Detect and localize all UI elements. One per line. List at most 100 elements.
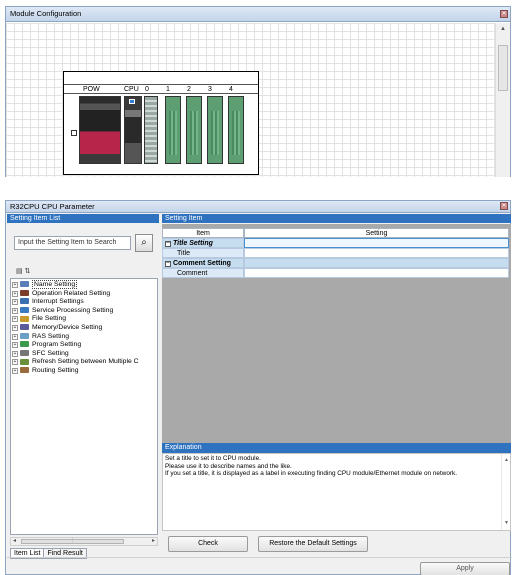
tree-item-label: SFC Setting — [32, 349, 69, 357]
expand-icon[interactable]: + — [12, 333, 18, 340]
tree-item[interactable]: + Service Processing Setting — [11, 307, 157, 316]
expand-icon[interactable]: + — [12, 307, 18, 314]
tree-item[interactable]: + Program Setting — [11, 341, 157, 350]
tree-item-label: RAS Setting — [32, 332, 70, 340]
left-pane-tabs: Item List Find Result — [10, 548, 87, 560]
explanation-line: Set a title to set it to CPU module. — [165, 455, 261, 462]
expand-icon[interactable]: + — [12, 350, 18, 357]
slot-label-2: 2 — [187, 86, 191, 93]
slot-1-empty-module[interactable] — [165, 96, 181, 164]
row-label: Title — [162, 248, 244, 258]
slot-4-empty-module[interactable] — [228, 96, 244, 164]
cpu-module[interactable] — [124, 96, 142, 164]
tree-item[interactable]: + Operation Related Setting — [11, 290, 157, 299]
apply-button[interactable]: Apply — [420, 562, 510, 575]
setting-category-icon — [20, 341, 29, 348]
setting-cell[interactable] — [244, 238, 509, 248]
close-icon[interactable]: ✕ — [500, 10, 508, 18]
comment-setting-input[interactable] — [244, 268, 509, 278]
tree-item[interactable]: + SFC Setting — [11, 350, 157, 359]
slot-2-empty-module[interactable] — [186, 96, 202, 164]
rack-connector — [71, 130, 77, 136]
slot-label-cpu: CPU — [124, 86, 139, 93]
column-header-item: Item — [162, 228, 244, 238]
explanation-header: Explanation — [162, 443, 511, 453]
tree-item-label: Service Processing Setting — [32, 306, 114, 314]
explanation-scrollbar[interactable]: ▲ ▼ — [501, 454, 510, 530]
scroll-left-icon[interactable]: ◂ — [13, 538, 16, 545]
module-configuration-title-bar: Module Configuration ✕ — [6, 7, 510, 22]
title-setting-input[interactable] — [244, 248, 509, 258]
module-configuration-title: Module Configuration — [10, 9, 82, 18]
setting-category-icon — [20, 306, 29, 313]
setting-category-icon — [20, 289, 29, 296]
tree-item[interactable]: + Memory/Device Setting — [11, 324, 157, 333]
vertical-scrollbar[interactable]: ▲ — [495, 23, 510, 177]
row-label: Comment Setting — [173, 260, 231, 267]
table-row-title[interactable]: Title — [162, 248, 509, 258]
setting-item-list-header: Setting Item List — [7, 214, 159, 223]
expand-icon[interactable]: + — [12, 359, 18, 366]
collapse-icon[interactable]: – — [165, 260, 171, 267]
tree-item[interactable]: + File Setting — [11, 315, 157, 324]
setting-cell[interactable] — [244, 258, 509, 268]
tree-item[interactable]: + Name Setting — [11, 280, 157, 290]
table-header: Item Setting — [162, 228, 509, 238]
binoculars-icon[interactable]: ⌕ — [135, 234, 153, 252]
scroll-down-icon[interactable]: ▼ — [504, 520, 509, 528]
tree-item[interactable]: + RAS Setting — [11, 333, 157, 342]
expand-icon[interactable]: + — [12, 299, 18, 306]
setting-grid: Item Setting – Title Setting Title – Comme… — [162, 224, 511, 443]
sort-icon[interactable]: ▤ ⇅ — [16, 267, 30, 275]
expand-icon[interactable]: + — [12, 342, 18, 349]
slot-3-empty-module[interactable] — [207, 96, 223, 164]
power-supply-module[interactable] — [79, 96, 121, 164]
slot-label-3: 3 — [208, 86, 212, 93]
collapse-icon[interactable]: – — [165, 240, 171, 247]
tree-item-label: Routing Setting — [32, 366, 79, 374]
cpu-parameter-window: R32CPU CPU Parameter ✕ Setting Item List… — [5, 200, 512, 575]
expand-icon[interactable]: + — [12, 324, 18, 331]
cpu-parameter-title: R32CPU CPU Parameter — [10, 202, 95, 211]
check-button[interactable]: Check — [168, 536, 248, 552]
cpu-selected-marker — [129, 99, 135, 104]
setting-category-icon — [20, 324, 29, 331]
cpu-parameter-title-bar: R32CPU CPU Parameter ✕ — [6, 201, 510, 213]
tree-item-label: Memory/Device Setting — [32, 323, 103, 331]
row-label: Title Setting — [173, 240, 213, 247]
row-label-cell: – Comment Setting — [162, 258, 244, 268]
setting-category-icon — [20, 298, 29, 305]
scroll-up-icon[interactable]: ▲ — [504, 457, 509, 465]
tree-item[interactable]: + Refresh Setting between Multiple C — [11, 358, 157, 367]
expand-icon[interactable]: + — [12, 290, 18, 297]
divider — [7, 557, 512, 558]
setting-category-icon — [20, 315, 29, 322]
setting-item-pane: Setting Item Item Setting – Title Setting… — [7, 214, 512, 575]
table-row-title-setting[interactable]: – Title Setting — [162, 238, 509, 248]
scroll-thumb[interactable]: ⋮ — [21, 539, 124, 544]
search-input[interactable]: Input the Setting Item to Search — [14, 236, 131, 250]
tree-item-label: Program Setting — [32, 341, 82, 349]
close-icon[interactable]: ✕ — [500, 202, 508, 210]
base-unit-rack[interactable]: POW CPU 0 1 2 3 4 — [63, 71, 259, 175]
restore-default-settings-button[interactable]: Restore the Default Settings — [258, 536, 368, 552]
setting-category-icon — [20, 358, 29, 365]
horizontal-scrollbar[interactable]: ◂ ⋮ ▸ — [10, 537, 158, 546]
scroll-thumb[interactable] — [498, 45, 508, 91]
column-header-setting: Setting — [244, 228, 509, 238]
tree-item[interactable]: + Routing Setting — [11, 367, 157, 376]
expand-icon[interactable]: + — [12, 282, 18, 288]
table-row-comment[interactable]: Comment — [162, 268, 509, 278]
module-config-canvas[interactable]: POW CPU 0 1 2 3 4 — [6, 23, 496, 177]
slot-0-module[interactable] — [144, 96, 158, 164]
module-configuration-window: Module Configuration ✕ POW CPU 0 1 2 3 4… — [5, 6, 511, 177]
tree-item[interactable]: + Interrupt Settings — [11, 298, 157, 307]
table-row-comment-setting[interactable]: – Comment Setting — [162, 258, 509, 268]
expand-icon[interactable]: + — [12, 367, 18, 374]
explanation-text: Set a title to set it to CPU module. Ple… — [162, 453, 511, 531]
tree-item-label: Operation Related Setting — [32, 289, 111, 297]
expand-icon[interactable]: + — [12, 316, 18, 323]
setting-item-tree[interactable]: + Name Setting + Operation Related Setting +… — [10, 278, 158, 535]
scroll-right-icon[interactable]: ▸ — [152, 538, 155, 545]
scroll-up-icon[interactable]: ▲ — [500, 26, 506, 32]
